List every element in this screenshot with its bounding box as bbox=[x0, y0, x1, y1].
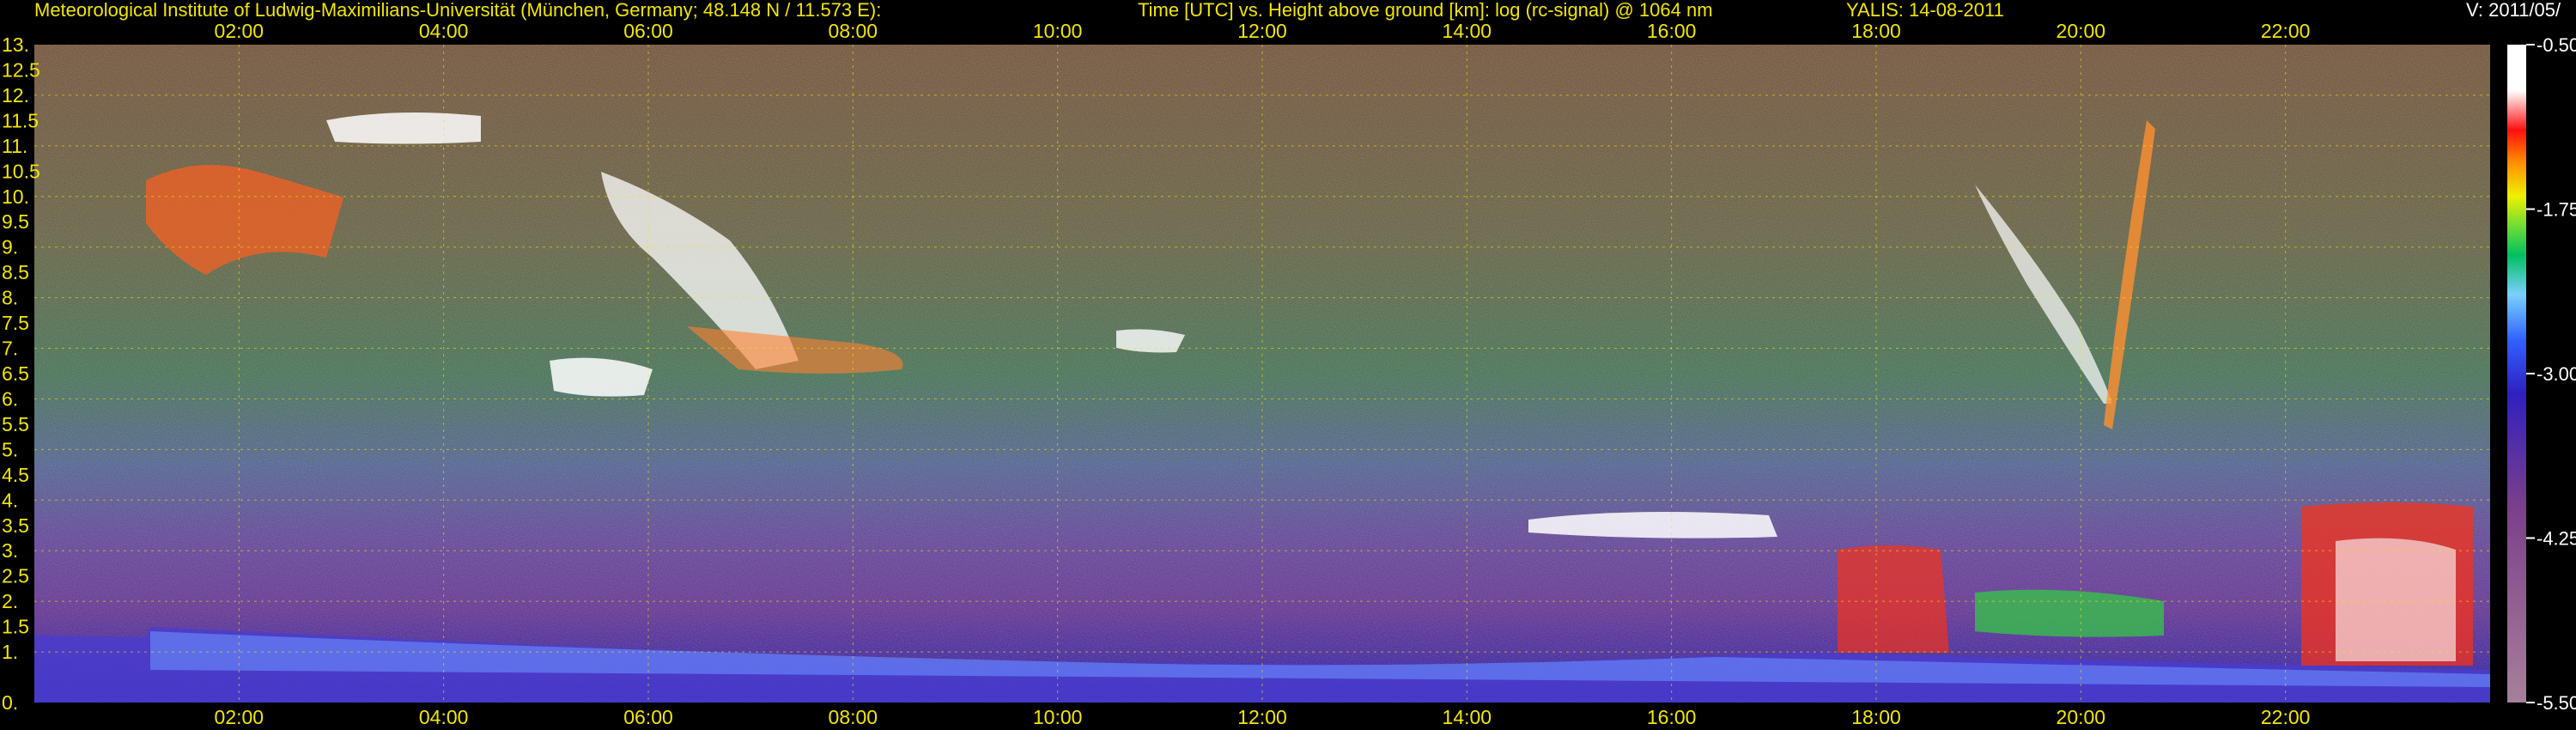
colorbar-tick-label: -0.50 bbox=[2537, 34, 2576, 56]
x-tick-label-bottom: 02:00 bbox=[215, 706, 264, 728]
y-tick-label: 11.5 bbox=[2, 109, 39, 131]
evening-cloud-4 bbox=[2336, 538, 2456, 661]
x-tick-label-top: 18:00 bbox=[1851, 20, 1901, 42]
heatmap-field bbox=[34, 45, 2490, 703]
y-tick-label: 4.5 bbox=[2, 464, 29, 486]
x-axis-bottom: 02:00 04:00 06:00 08:00 10:00 12:00 14:00 16:00… bbox=[215, 706, 2311, 728]
y-tick-label: 9. bbox=[2, 236, 18, 259]
y-tick-label: 11. bbox=[2, 135, 27, 157]
colorbar-tick-label: -3.00 bbox=[2537, 363, 2576, 385]
x-tick-label-bottom: 18:00 bbox=[1851, 706, 1901, 728]
x-tick-label-bottom: 10:00 bbox=[1033, 706, 1083, 728]
evening-cloud-1 bbox=[1838, 545, 1949, 653]
x-tick-label-top: 20:00 bbox=[2057, 20, 2106, 42]
x-tick-label-top: 16:00 bbox=[1647, 20, 1697, 42]
x-tick-label-top: 14:00 bbox=[1443, 20, 1492, 42]
x-tick-label-top: 02:00 bbox=[215, 20, 264, 42]
y-tick-label: 12.5 bbox=[2, 58, 40, 81]
y-tick-label: 5. bbox=[2, 438, 18, 460]
cirrus-cloud-6 bbox=[1116, 329, 1185, 353]
y-tick-label: 7.5 bbox=[2, 312, 29, 334]
x-tick-label-top: 12:00 bbox=[1237, 20, 1287, 42]
y-tick-label: 10. bbox=[2, 186, 29, 208]
x-tick-label-bottom: 22:00 bbox=[2261, 706, 2311, 728]
x-tick-label-top: 04:00 bbox=[419, 20, 469, 42]
y-tick-label: 10.5 bbox=[2, 160, 40, 182]
x-tick-label-bottom: 12:00 bbox=[1237, 706, 1287, 728]
cirrus-cloud-2 bbox=[326, 113, 481, 144]
y-tick-label: 6.5 bbox=[2, 362, 29, 385]
y-tick-label: 2.5 bbox=[2, 565, 29, 587]
x-tick-label-bottom: 20:00 bbox=[2057, 706, 2106, 728]
y-tick-label: 1.5 bbox=[2, 616, 29, 638]
x-tick-label-bottom: 08:00 bbox=[829, 706, 878, 728]
y-tick-label: 5.5 bbox=[2, 413, 29, 435]
x-tick-label-bottom: 04:00 bbox=[419, 706, 469, 728]
x-tick-label-bottom: 16:00 bbox=[1647, 706, 1697, 728]
y-tick-label: 1. bbox=[2, 641, 18, 663]
colorbar-tick-label: -4.25 bbox=[2537, 528, 2576, 550]
y-tick-label: 6. bbox=[2, 387, 18, 410]
y-tick-label: 0. bbox=[2, 691, 18, 714]
x-tick-label-top: 10:00 bbox=[1033, 20, 1083, 42]
colorbar-ticks: -0.50 -1.75 -3.00 -4.25 -5.50 bbox=[2526, 34, 2576, 714]
x-tick-label-top: 08:00 bbox=[829, 20, 878, 42]
y-tick-label: 3.5 bbox=[2, 514, 29, 537]
y-tick-label: 3. bbox=[2, 539, 18, 562]
y-tick-label: 12. bbox=[2, 84, 29, 106]
y-tick-label: 2. bbox=[2, 590, 18, 612]
y-tick-label: 9.5 bbox=[2, 210, 29, 233]
mid-cloud-layer bbox=[1528, 512, 1777, 538]
colorbar-tick-label: -5.50 bbox=[2537, 692, 2576, 714]
x-tick-label-bottom: 06:00 bbox=[623, 706, 673, 728]
x-tick-label-top: 22:00 bbox=[2261, 20, 2311, 42]
x-axis-top: 02:00 04:00 06:00 08:00 10:00 12:00 14:00 16:00… bbox=[215, 20, 2311, 42]
x-tick-label-bottom: 14:00 bbox=[1443, 706, 1492, 728]
y-tick-label: 4. bbox=[2, 489, 18, 511]
x-tick-label-top: 06:00 bbox=[623, 20, 673, 42]
y-tick-label: 8. bbox=[2, 287, 18, 309]
y-tick-label: 13. bbox=[2, 33, 29, 56]
colorbar-tick-label: -1.75 bbox=[2537, 199, 2576, 221]
y-tick-label: 8.5 bbox=[2, 261, 29, 283]
lidar-heatmap-chart: 02:00 04:00 06:00 08:00 10:00 12:00 14:00 16:00… bbox=[2, 20, 2576, 728]
colorbar bbox=[2507, 45, 2526, 703]
y-tick-label: 7. bbox=[2, 338, 18, 360]
